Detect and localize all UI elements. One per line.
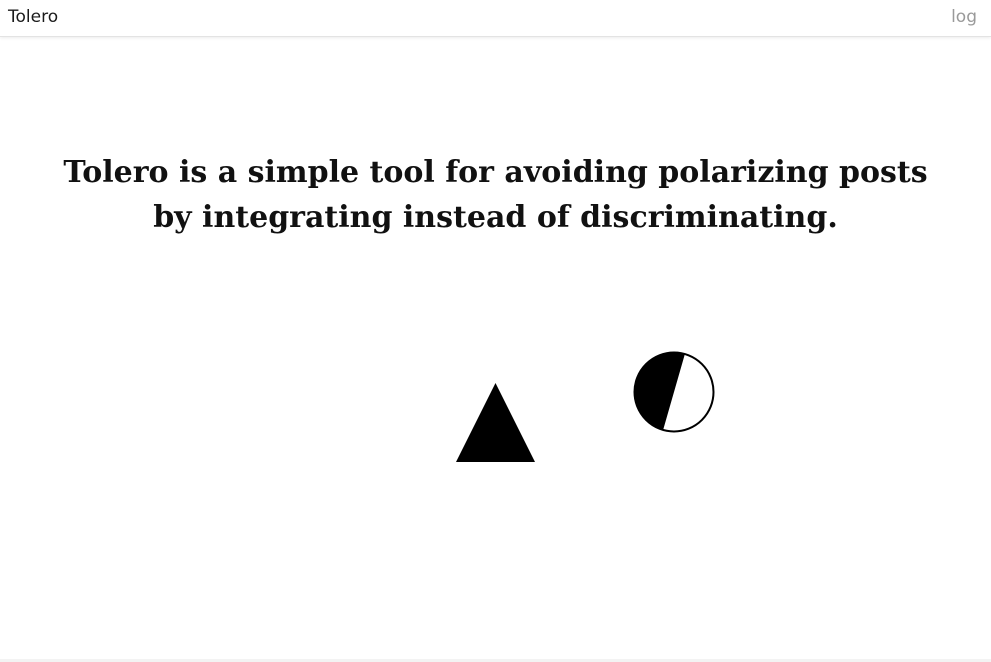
brand-link[interactable]: Tolero bbox=[8, 7, 58, 27]
tagline-line-1: Tolero is a simple tool for avoiding pol… bbox=[63, 155, 928, 190]
half-filled-circle-icon[interactable] bbox=[632, 350, 716, 434]
log-link[interactable]: log bbox=[951, 7, 977, 27]
top-bar: Tolero log bbox=[0, 0, 991, 37]
tagline-line-2: by integrating instead of discriminating… bbox=[153, 200, 838, 235]
triangle-icon[interactable] bbox=[455, 382, 536, 463]
tagline: Tolero is a simple tool for avoiding pol… bbox=[0, 150, 991, 240]
